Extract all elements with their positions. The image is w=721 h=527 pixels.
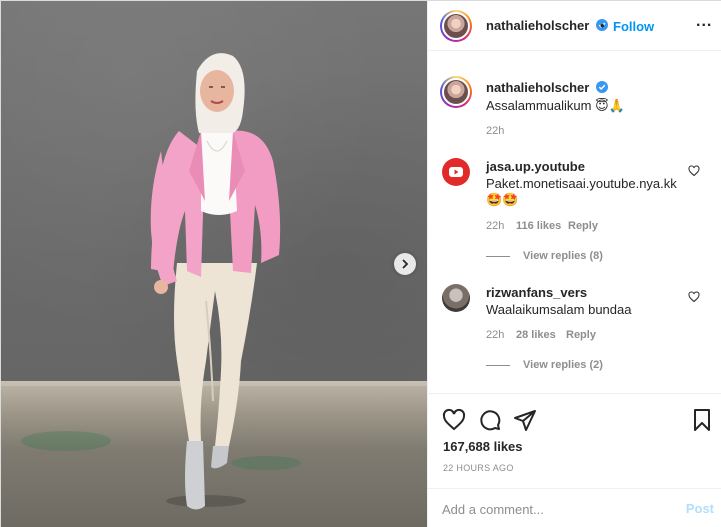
comment-time[interactable]: 22h [486, 329, 504, 341]
comment-avatar[interactable] [442, 158, 470, 186]
view-replies-line [486, 256, 510, 257]
comment-username[interactable]: rizwanfans_vers [486, 285, 587, 300]
youtube-icon [449, 167, 463, 177]
comment-likes[interactable]: 28 likes [516, 329, 556, 341]
caption-text: Assalammualikum 😇🙏 [486, 98, 625, 113]
comment-text-emoji: 🤩🤩 [486, 192, 519, 207]
comment-username[interactable]: jasa.up.youtube [486, 159, 585, 174]
view-replies-button[interactable]: View replies (2) [523, 359, 603, 371]
view-replies-line [486, 365, 510, 366]
view-replies-button[interactable]: View replies (8) [523, 250, 603, 262]
post-actions: 167,688 likes 22 HOURS AGO [428, 393, 721, 485]
comment-reply-button[interactable]: Reply [568, 220, 598, 232]
caption-avatar[interactable] [440, 76, 472, 108]
carousel-next-button[interactable] [394, 253, 416, 275]
caption-username-text[interactable]: nathalieholscher [486, 80, 589, 95]
caption-time[interactable]: 22h [486, 125, 504, 137]
comment-text: Paket.monetisaai.youtube.nya.kk [486, 176, 677, 191]
share-paper-plane-icon[interactable] [513, 408, 537, 432]
like-comment-heart-icon[interactable] [688, 291, 700, 303]
comment-bubble-icon[interactable] [478, 408, 502, 432]
caption-username[interactable]: nathalieholscher [486, 80, 608, 95]
like-comment-heart-icon[interactable] [688, 165, 700, 177]
posted-time[interactable]: 22 HOURS AGO [443, 463, 514, 473]
post-header: nathalieholscher • Follow ... [428, 1, 721, 51]
woman-figure [150, 53, 281, 510]
like-heart-icon[interactable] [442, 408, 466, 432]
comment-likes[interactable]: 116 likes [516, 220, 561, 232]
add-comment-bar: Post [428, 488, 721, 527]
separator-dot: • [600, 18, 605, 33]
likes-count[interactable]: 167,688 likes [443, 439, 523, 454]
author-username-text[interactable]: nathalieholscher [486, 18, 589, 33]
chevron-right-icon [402, 259, 409, 269]
comment-reply-button[interactable]: Reply [566, 329, 596, 341]
add-comment-input[interactable] [442, 499, 672, 519]
comments-feed[interactable]: nathalieholscher Assalammualikum 😇🙏 22h … [428, 52, 721, 392]
post-side-panel: nathalieholscher • Follow ... nathalieho… [427, 1, 721, 527]
author-username[interactable]: nathalieholscher [486, 18, 608, 33]
author-avatar[interactable] [440, 10, 472, 42]
follow-button[interactable]: Follow [613, 19, 654, 34]
save-bookmark-icon[interactable] [690, 408, 714, 432]
instagram-post-modal: nathalieholscher • Follow ... nathalieho… [0, 0, 721, 527]
more-options-icon[interactable]: ... [696, 13, 712, 31]
comment-time[interactable]: 22h [486, 220, 504, 232]
post-comment-button[interactable]: Post [686, 501, 714, 516]
post-photo[interactable] [1, 1, 427, 527]
comment-avatar[interactable] [442, 284, 470, 312]
comment-text: Waalaikumsalam bundaa [486, 302, 632, 317]
verified-badge-icon [595, 81, 608, 93]
